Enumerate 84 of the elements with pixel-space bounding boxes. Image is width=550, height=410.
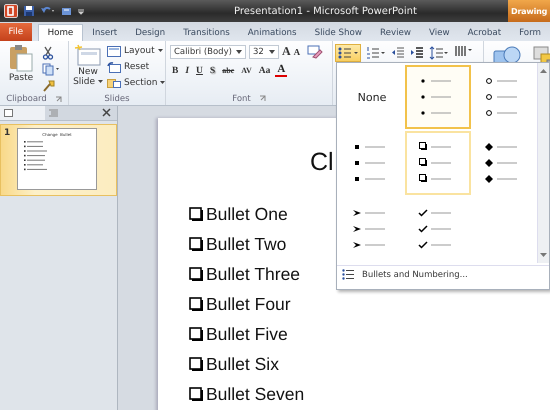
ribbon-tab[interactable]: Design (126, 24, 174, 41)
square-bullet-icon (189, 356, 204, 372)
section-icon (107, 78, 121, 88)
file-tab[interactable]: File (0, 23, 32, 41)
square-bullet-icon (189, 236, 204, 252)
bullet-text: Bullet Two (206, 234, 286, 254)
copy-icon[interactable] (42, 63, 60, 76)
caret-icon (98, 80, 103, 84)
square-bullet-icon (189, 266, 204, 282)
slides-tab[interactable] (0, 106, 45, 120)
clipboard-icon (8, 44, 34, 72)
font-size-field[interactable]: 32 (249, 44, 279, 58)
new-slide-button[interactable]: New Slide (71, 44, 105, 92)
grow-font-button[interactable]: A (282, 44, 291, 59)
context-tab-header: Drawing (508, 0, 550, 22)
ribbon-tab[interactable]: Transitions (174, 24, 239, 41)
numbering-icon[interactable] (366, 46, 386, 60)
caret-icon (269, 50, 275, 54)
group-label: Slides (104, 94, 130, 104)
bullet-list-icon (337, 46, 359, 60)
outline-icon (49, 108, 58, 118)
scroll-up-icon[interactable] (539, 67, 548, 76)
bullet-text: Bullet Five (206, 324, 288, 344)
font-name-field[interactable]: Calibri (Body) (170, 44, 246, 58)
bullets-button[interactable] (335, 44, 361, 62)
square-bullet-icon (189, 296, 204, 312)
decrease-indent-icon[interactable] (391, 46, 405, 60)
bullet-text: Bullet Four (206, 294, 291, 314)
format-button[interactable]: I (183, 66, 192, 76)
format-button[interactable]: AV (239, 66, 254, 75)
slide-number: 1 (4, 128, 12, 138)
caret-icon (236, 50, 242, 54)
format-button[interactable]: abc (220, 66, 236, 75)
bullet-text: Bullet Three (206, 264, 300, 284)
ribbon-tab[interactable]: Insert (83, 24, 126, 41)
group-label: Font (232, 94, 251, 104)
bullet-text: Bullet Six (206, 354, 279, 374)
cut-icon[interactable] (42, 46, 54, 60)
ribbon-tab[interactable]: Animations (238, 24, 306, 41)
dialog-launcher-icon[interactable] (54, 96, 62, 102)
new-slide-icon (74, 44, 102, 66)
layout-button[interactable]: Layout (107, 44, 166, 58)
ribbon-tab[interactable]: View (420, 24, 459, 41)
layout-icon (107, 46, 121, 56)
bullets-and-numbering-item[interactable]: Bullets and Numbering... (337, 265, 549, 283)
slide-title: Cl (310, 148, 334, 177)
increase-indent-icon[interactable] (410, 46, 424, 60)
bullet-list-icon (342, 269, 354, 280)
square-bullet-icon (189, 386, 204, 402)
window-title: Presentation1 - Microsoft PowerPoint (234, 6, 417, 16)
bullet-style-option[interactable] (405, 131, 471, 195)
ribbon-tab[interactable]: Acrobat (458, 24, 510, 41)
scroll-down-icon[interactable] (539, 250, 548, 259)
format-button[interactable]: S (208, 66, 218, 76)
no-bullet-option[interactable]: None (339, 65, 405, 129)
ribbon-tab[interactable]: Slide Show (306, 24, 371, 41)
format-button[interactable]: U (194, 66, 205, 76)
section-button[interactable]: Section (107, 76, 166, 90)
reset-button[interactable]: Reset (107, 60, 166, 74)
group-label: Clipboard (6, 94, 47, 104)
slide-icon (4, 109, 13, 117)
redo-icon[interactable] (61, 5, 73, 17)
format-button[interactable]: Aa (256, 66, 272, 76)
format-button[interactable]: B (170, 66, 180, 76)
clear-formatting-icon[interactable] (307, 44, 324, 58)
paste-button[interactable]: Paste (4, 44, 38, 93)
square-bullet-icon (189, 326, 204, 342)
ribbon-tab[interactable]: Home (38, 24, 84, 41)
square-bullet-icon (189, 206, 204, 222)
bullet-text: Bullet One (206, 204, 288, 224)
save-icon[interactable] (23, 5, 35, 17)
format-painter-icon[interactable] (42, 79, 56, 93)
reset-icon (107, 62, 121, 72)
shrink-font-button[interactable]: A (294, 46, 300, 56)
dialog-launcher-icon[interactable] (258, 95, 266, 102)
ribbon-tab[interactable]: Form (510, 24, 550, 41)
line-spacing-icon[interactable] (429, 46, 449, 60)
bullet-text: Bullet Seven (206, 384, 304, 404)
ribbon-tab[interactable]: Review (370, 24, 420, 41)
caret-icon (160, 81, 166, 85)
format-button[interactable]: A (275, 64, 288, 77)
powerpoint-logo-icon[interactable] (4, 4, 18, 18)
caret-icon (158, 49, 163, 53)
close-icon[interactable] (102, 108, 111, 117)
